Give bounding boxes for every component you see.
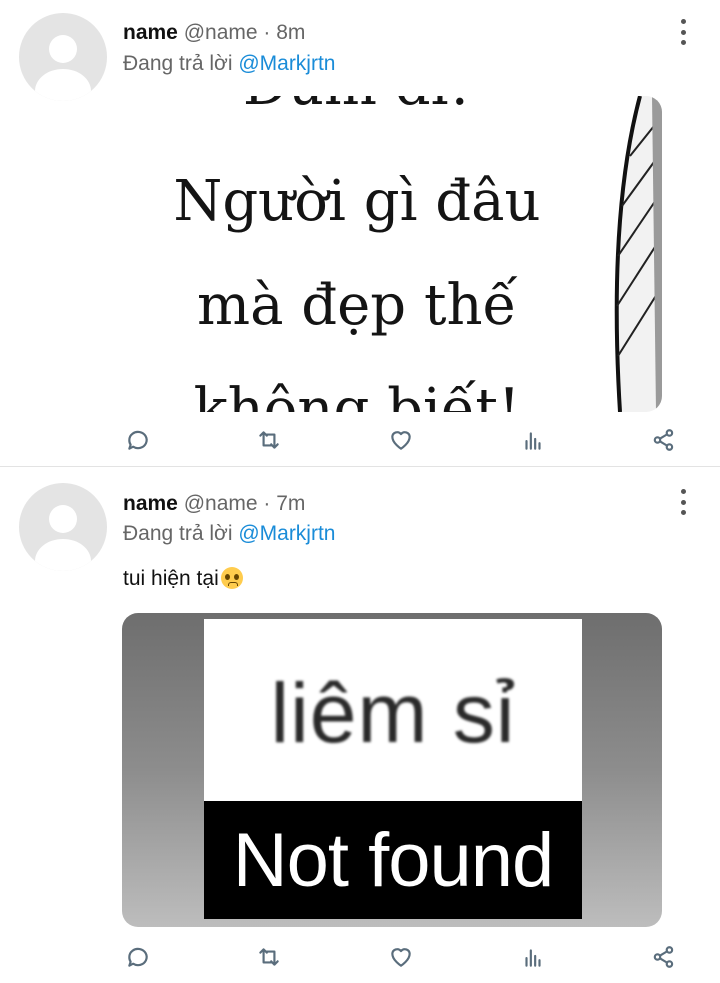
meme-bottom-text: Not found [232, 817, 555, 903]
pleading-face-emoji [220, 567, 243, 589]
tweet-actions [0, 423, 720, 459]
more-vertical-icon[interactable] [676, 489, 690, 515]
tweet-text: tui hiện tại [123, 567, 243, 591]
reply-prefix: Đang trả lời [123, 522, 239, 545]
timestamp: · 7m [263, 492, 306, 515]
share-icon[interactable] [647, 423, 681, 457]
display-name[interactable]: name [123, 492, 178, 515]
reply-prefix: Đang trả lời [123, 52, 239, 75]
comment-icon[interactable] [121, 423, 155, 457]
retweet-icon[interactable] [252, 940, 286, 974]
handle: @name [183, 21, 258, 44]
image-text-line: không biết! [193, 377, 521, 412]
timestamp: · 8m [263, 21, 306, 44]
avatar[interactable] [19, 483, 107, 571]
tweet-image[interactable]: Dùm đi! Người gì đâu mà đẹp thế không bi… [122, 96, 662, 412]
meme-top-text: liêm sỉ [270, 665, 516, 760]
heart-icon[interactable] [384, 423, 418, 457]
reply-context: Đang trả lời @Markjrtn [123, 522, 335, 546]
tweet-text-content: tui hiện tại [123, 567, 219, 590]
image-text-line: mà đẹp thế [197, 273, 517, 338]
display-name[interactable]: name [123, 21, 178, 44]
comment-icon[interactable] [121, 940, 155, 974]
heart-icon[interactable] [384, 940, 418, 974]
stats-icon[interactable] [516, 940, 550, 974]
reply-context: Đang trả lời @Markjrtn [123, 52, 335, 76]
image-text-line: Dùm đi! [122, 96, 592, 134]
image-text-line: Người gì đâu [173, 169, 541, 234]
reply-mention[interactable]: @Markjrtn [238, 522, 335, 545]
meme-bottom-panel: Not found [204, 801, 582, 919]
handle: @name [183, 492, 258, 515]
meme-top-panel: liêm sỉ [204, 619, 582, 807]
share-icon[interactable] [647, 940, 681, 974]
tweet-image[interactable]: liêm sỉ Not found [122, 613, 662, 927]
avatar[interactable] [19, 13, 107, 101]
manga-art [614, 96, 662, 412]
tweet-actions [0, 940, 720, 976]
reply-mention[interactable]: @Markjrtn [238, 52, 335, 75]
tweet-header: name @name · 8m [123, 21, 305, 45]
tweet-divider [0, 466, 720, 467]
tweet-header: name @name · 7m [123, 492, 305, 516]
stats-icon[interactable] [516, 423, 550, 457]
retweet-icon[interactable] [252, 423, 286, 457]
more-vertical-icon[interactable] [676, 19, 690, 45]
